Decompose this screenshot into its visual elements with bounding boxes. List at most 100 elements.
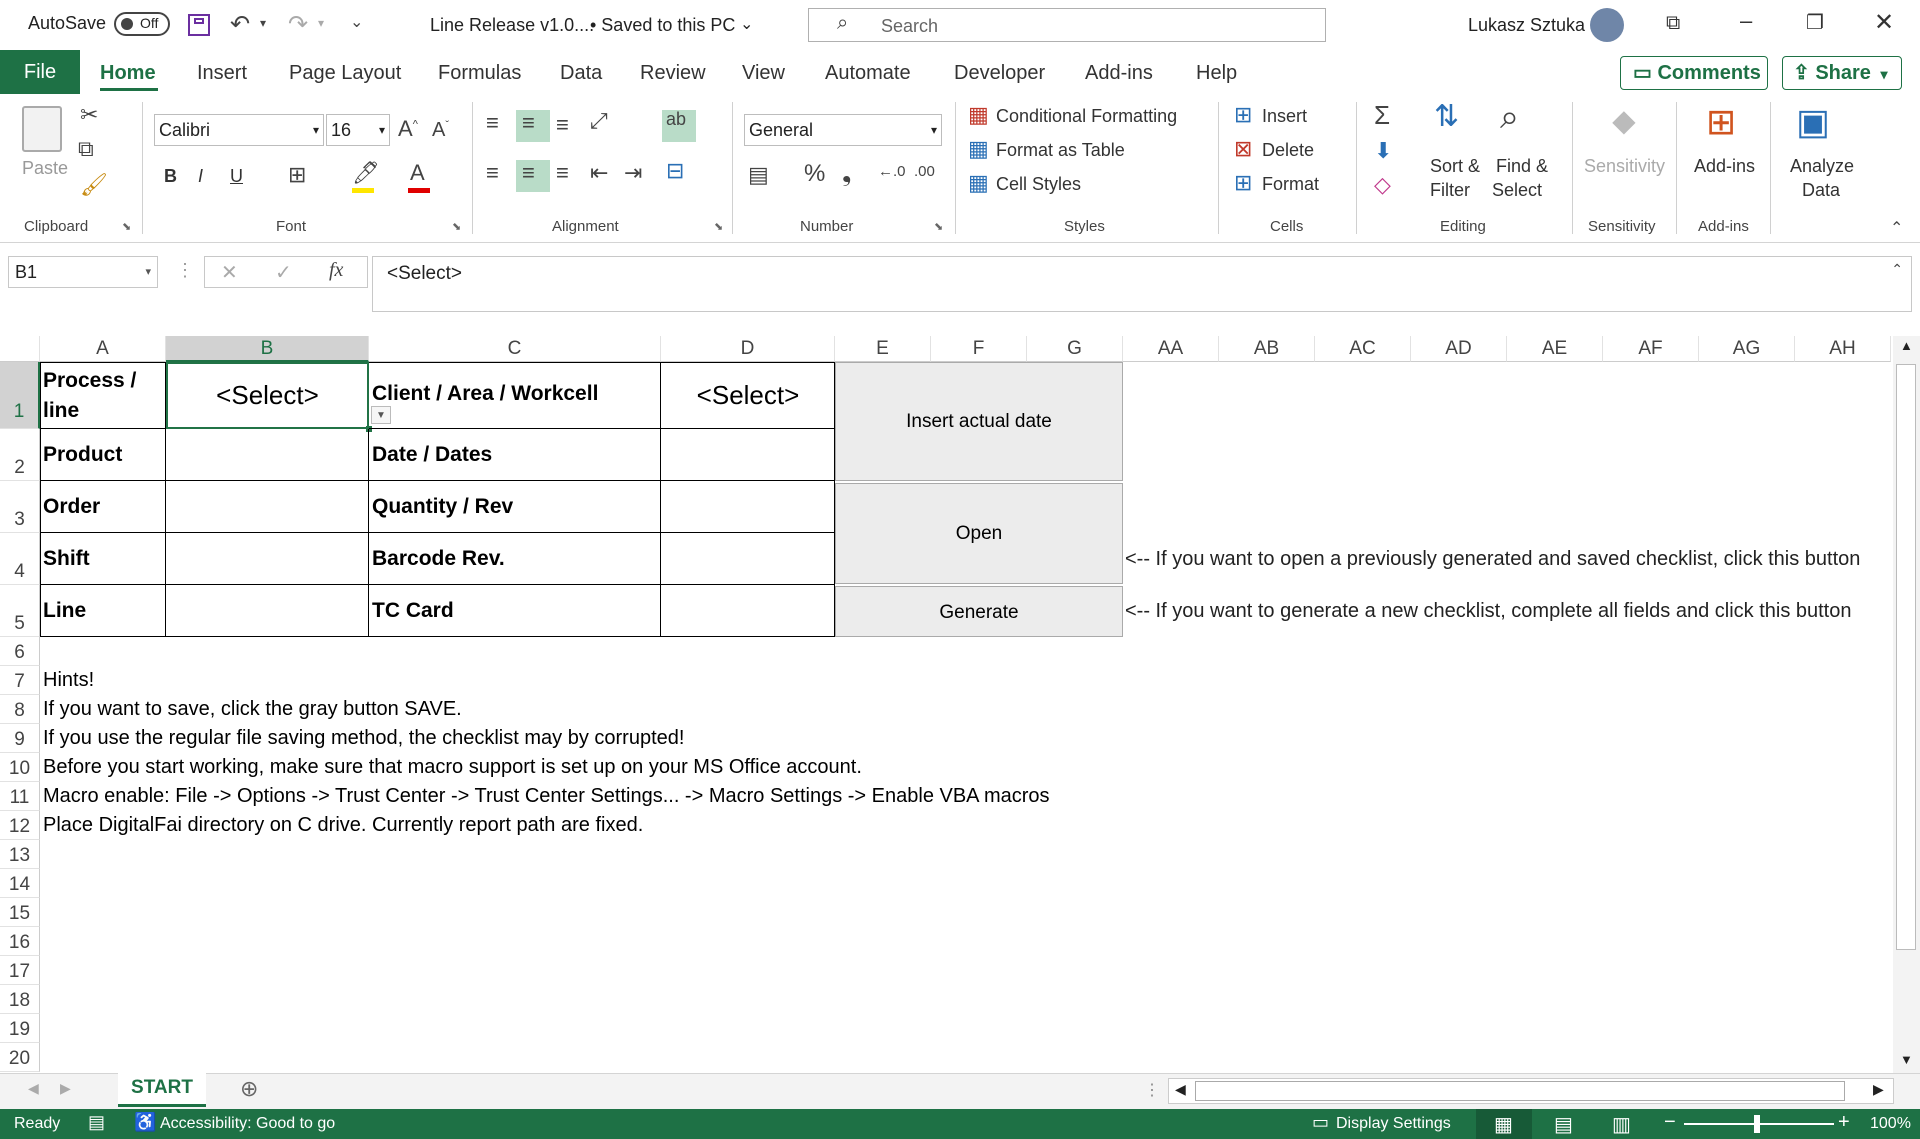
cell-a5[interactable]: Line [40,585,166,637]
format-as-table-button[interactable]: Format as Table [996,140,1125,161]
delete-cells-button[interactable]: Delete [1262,140,1314,161]
cell-c2[interactable]: Date / Dates [369,429,661,481]
cell-c1[interactable]: Client / Area / Workcell [369,362,661,429]
tab-page-layout[interactable]: Page Layout [289,62,401,85]
undo-icon[interactable]: ↶ [230,10,250,39]
cell-a3[interactable]: Order [40,481,166,533]
cell-styles-button[interactable]: Cell Styles [996,174,1081,195]
row-header-1[interactable]: 1 [0,362,40,429]
row-header-10[interactable]: 10 [0,753,40,782]
scroll-up-icon[interactable]: ▲ [1900,338,1913,353]
row-header-2[interactable]: 2 [0,429,40,481]
macro-recording-icon[interactable]: ▤ [88,1112,105,1133]
normal-view-icon[interactable]: ▦ [1494,1112,1513,1137]
horizontal-scroll-thumb[interactable] [1195,1081,1845,1101]
close-icon[interactable]: ✕ [1874,8,1894,37]
cell-b4[interactable] [166,533,369,585]
row-header-9[interactable]: 9 [0,724,40,753]
row-header-19[interactable]: 19 [0,1014,40,1043]
dialog-launcher-icon[interactable]: ⬊ [122,220,131,233]
expand-formula-icon[interactable]: ⌃ [1891,261,1903,278]
dialog-launcher-icon[interactable]: ⬊ [452,220,461,233]
col-header-ab[interactable]: AB [1219,336,1315,362]
user-name[interactable]: Lukasz Sztuka [1468,15,1585,36]
align-bottom-icon[interactable]: ≡ [556,114,569,136]
font-color-icon[interactable]: A [410,162,425,184]
analyze-data-label-2[interactable]: Data [1802,180,1840,201]
clear-icon[interactable]: ◇ [1374,174,1391,196]
insert-cells-button[interactable]: Insert [1262,106,1307,127]
cell-d5[interactable] [661,585,835,637]
accessibility-icon[interactable]: ♿ [134,1112,156,1133]
sheet-tab-start[interactable]: START [118,1073,206,1107]
splitter-icon[interactable]: ⋮ [1144,1080,1160,1100]
fill-icon[interactable]: ⬇ [1374,140,1392,162]
open-button[interactable]: Open [835,483,1123,584]
col-header-aa[interactable]: AA [1123,336,1219,362]
increase-font-icon[interactable]: A^ [398,118,418,140]
cell-styles-icon[interactable]: ▦ [968,172,989,194]
row-header-8[interactable]: 8 [0,695,40,724]
insert-function-icon[interactable]: fx [329,259,343,282]
chevron-down-icon[interactable]: ⌄ [740,14,753,34]
page-layout-view-icon[interactable]: ▤ [1554,1112,1573,1137]
italic-button[interactable]: I [198,166,203,187]
avatar[interactable] [1590,8,1624,42]
cell-d1-select[interactable]: <Select> [661,362,835,429]
find-select-icon[interactable]: ⌕ [1500,100,1519,134]
decrease-decimal-icon[interactable]: .00 [914,164,935,179]
borders-icon[interactable]: ⊞ [288,164,306,186]
fill-color-icon[interactable]: 🖊 [352,162,380,184]
cell-b2[interactable] [166,429,369,481]
sensitivity-icon[interactable]: ⬥ [1612,104,1636,138]
name-box[interactable]: B1 ▾ [8,256,158,288]
accounting-format-icon[interactable]: ▤ [748,164,769,186]
row-header-7[interactable]: 7 [0,666,40,695]
orientation-icon[interactable]: ⤢ [590,110,608,132]
horizontal-scrollbar[interactable]: ◀ ▶ [1168,1078,1894,1104]
col-header-f[interactable]: F [931,336,1027,362]
col-header-ae[interactable]: AE [1507,336,1603,362]
vertical-scroll-thumb[interactable] [1896,364,1916,950]
align-right-icon[interactable]: ≡ [556,162,569,184]
row-header-11[interactable]: 11 [0,782,40,811]
sensitivity-button[interactable]: Sensitivity [1584,156,1665,177]
paste-button[interactable]: Paste [22,158,68,179]
collapse-ribbon-icon[interactable]: ⌃ [1890,218,1903,238]
tab-data[interactable]: Data [560,62,602,85]
cancel-icon[interactable]: ✕ [221,260,238,285]
save-status[interactable]: • Saved to this PC [590,15,735,36]
zoom-in-icon[interactable]: + [1838,1111,1850,1134]
autosum-icon[interactable]: Σ [1374,102,1390,128]
sort-filter-label-1[interactable]: Sort & [1430,156,1480,177]
analyze-data-label-1[interactable]: Analyze [1790,156,1854,177]
conditional-formatting-icon[interactable]: ▦ [968,104,989,126]
add-ins-icon[interactable]: ⊞ [1706,104,1736,140]
insert-date-button[interactable]: Insert actual date [835,362,1123,481]
save-icon[interactable] [188,14,210,36]
cell-d4[interactable] [661,533,835,585]
tab-add-ins[interactable]: Add-ins [1085,62,1153,85]
align-center-icon[interactable]: ≡ [522,162,535,184]
clipboard-icon[interactable] [22,106,62,152]
merge-center-icon[interactable]: ⊟ [666,160,684,182]
tab-insert[interactable]: Insert [197,62,247,85]
prev-sheet-icon[interactable]: ◀ [28,1080,39,1097]
underline-button[interactable]: U [230,166,243,187]
increase-decimal-icon[interactable]: ←.0 [878,164,906,179]
cell-a1[interactable]: Process / line [40,362,166,429]
col-header-b[interactable]: B [166,336,369,362]
row-header-16[interactable]: 16 [0,927,40,956]
col-header-ac[interactable]: AC [1315,336,1411,362]
redo-dropdown-icon[interactable]: ▾ [318,16,324,30]
tab-formulas[interactable]: Formulas [438,62,521,85]
autosave-toggle[interactable]: Off [114,12,170,36]
col-header-ag[interactable]: AG [1699,336,1795,362]
zoom-slider-thumb[interactable] [1754,1115,1760,1133]
wrap-text-icon[interactable]: ab [666,110,686,128]
display-settings-button[interactable]: Display Settings [1336,1115,1451,1133]
decrease-font-icon[interactable]: Aˇ [432,120,449,140]
font-size-dropdown[interactable]: 16 ▾ [326,114,390,146]
enter-icon[interactable]: ✓ [275,260,292,285]
scroll-down-icon[interactable]: ▼ [1900,1052,1913,1067]
